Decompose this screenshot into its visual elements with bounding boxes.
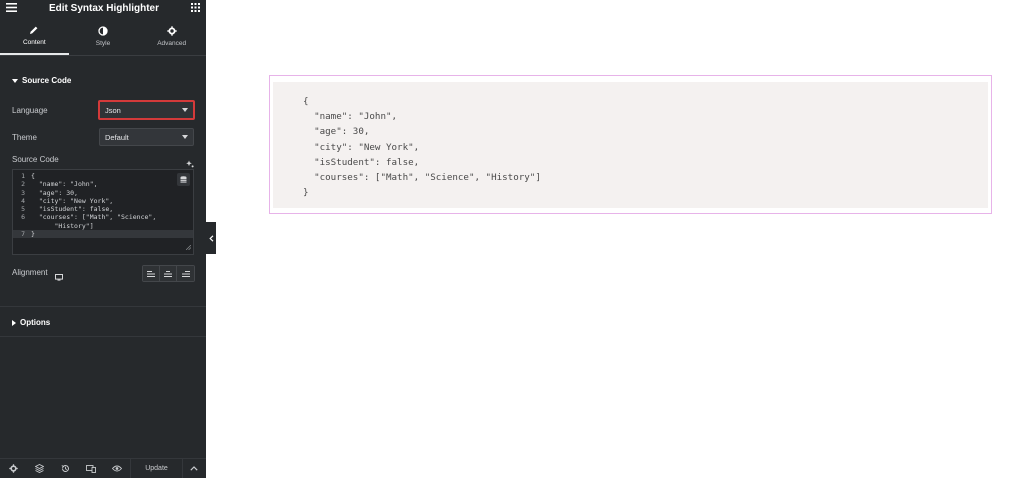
editor-panel: Edit Syntax Highlighter Content Style Ad… [0,0,206,478]
section-divider [0,306,206,307]
language-value: Json [105,105,121,115]
panel-footer: Update [0,458,206,478]
tab-content[interactable]: Content [0,16,69,55]
syntax-highlighter-widget[interactable]: { "name": "John", "age": 30, "city": "Ne… [269,75,992,214]
section-title: Source Code [22,76,72,85]
layers-icon[interactable] [26,459,52,478]
settings-icon[interactable] [0,459,26,478]
chevron-left-icon [208,234,213,242]
update-button[interactable]: Update [130,458,182,478]
database-icon[interactable] [177,173,190,186]
align-left-icon [147,270,155,277]
align-right-icon [181,270,190,277]
code-line: "History"] [31,221,94,230]
code-line: 6 "courses": ["Math", "Science", [21,213,157,222]
preview-line: "courses": ["Math", "Science", "History"… [303,171,541,183]
tab-style[interactable]: Style [69,16,138,55]
source-code-editor[interactable]: 1{ 2 "name": "John", 3 "age": 30, 4 "cit… [12,169,194,255]
tab-label: Advanced [157,39,187,47]
eye-icon[interactable] [104,459,130,478]
gear-icon [166,25,178,37]
code-line-active: 7} [13,230,193,239]
code-preview: { "name": "John", "age": 30, "city": "Ne… [273,82,988,208]
grid-icon[interactable] [190,0,200,17]
preview-line: "isStudent": false, [303,156,420,168]
align-center-button[interactable] [160,266,177,281]
caret-down-icon [182,108,188,112]
theme-select[interactable]: Default [99,128,194,146]
chevron-up-icon[interactable] [182,458,204,478]
preview-line: } [303,187,309,199]
panel-tabs: Content Style Advanced [0,16,206,56]
section-source-code[interactable]: Source Code [12,76,71,85]
resize-handle-icon[interactable] [185,244,192,252]
caret-right-icon [12,319,16,326]
caret-down-icon [182,135,188,139]
alignment-label: Alignment [12,268,48,277]
code-line: 2 "name": "John", [21,180,98,189]
desktop-icon[interactable] [55,268,63,286]
align-center-icon [164,270,172,277]
section-divider [0,336,206,337]
theme-value: Default [105,132,129,142]
language-label: Language [12,106,48,115]
section-options[interactable]: Options [12,318,50,327]
code-line: 3 "age": 30, [21,188,78,197]
code-line: 5 "isStudent": false, [21,205,114,214]
code-line: 4 "city": "New York", [21,196,114,205]
history-icon[interactable] [52,459,78,478]
half-circle-icon [97,25,109,37]
align-left-button[interactable] [143,266,160,281]
preview-line: "age": 30, [303,126,370,138]
section-title: Options [20,318,51,327]
pencil-icon [28,24,40,36]
source-code-label: Source Code [12,155,59,164]
panel-title: Edit Syntax Highlighter [48,2,159,14]
tab-advanced[interactable]: Advanced [137,16,206,55]
collapse-panel-button[interactable] [206,222,216,254]
panel-header: Edit Syntax Highlighter [0,0,206,16]
language-select[interactable]: Json [98,100,195,120]
preview-line: "city": "New York", [303,141,420,153]
alignment-buttons [142,265,195,282]
tab-label: Content [22,38,46,46]
preview-line: "name": "John", [303,111,398,123]
preview-line: { [303,96,309,107]
code-line: 1{ [21,172,35,180]
caret-down-icon [12,78,18,83]
responsive-icon[interactable] [78,459,104,478]
tab-label: Style [95,39,111,47]
align-right-button[interactable] [177,266,194,281]
hamburger-icon[interactable] [6,0,17,17]
theme-label: Theme [12,133,37,142]
